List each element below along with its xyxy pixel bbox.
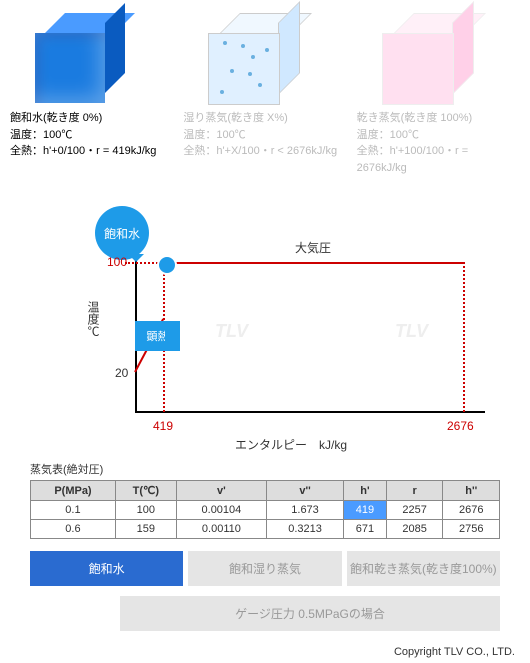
table-cell: 419 <box>343 501 386 520</box>
copyright: Copyright TLV CO., LTD. <box>0 641 530 663</box>
x-tick-2676: 2676 <box>447 419 474 433</box>
table-row: 0.11000.001041.67341922572676 <box>31 501 500 520</box>
table-header: h' <box>343 481 386 501</box>
state-wet-steam: 湿り蒸気(乾き度 X%) 温度：100℃ 全熱：h'+X/100・r < 267… <box>183 5 346 176</box>
state-saturated-water: 飽和水(乾き度 0%) 温度：100℃ 全熱：h'+0/100・r = 419k… <box>10 5 173 176</box>
table-cell: 2676 <box>443 501 500 520</box>
state-dry-steam: 乾き蒸気(乾き度 100%) 温度：100℃ 全熱：h'+100/100・r =… <box>357 5 520 176</box>
table-cell: 0.00110 <box>176 520 266 539</box>
table-cell: 159 <box>115 520 176 539</box>
steam-table: P(MPa)T(℃)v'v''h'rh'' 0.11000.001041.673… <box>30 480 500 539</box>
watermark: TLV <box>215 321 248 342</box>
x-tick-419: 419 <box>153 419 173 433</box>
y-axis-label: 温度℃ <box>85 301 102 337</box>
table-header-row: P(MPa)T(℃)v'v''h'rh'' <box>31 481 500 501</box>
state-heat: 全熱：h'+X/100・r < 2676kJ/kg <box>183 143 346 160</box>
state-temp: 温度：100℃ <box>357 127 520 144</box>
table-title: 蒸気表(絶対圧) <box>30 461 500 477</box>
bubble-saturated: 飽和水 <box>95 206 149 260</box>
table-cell: 2085 <box>386 520 443 539</box>
state-temp: 温度：100℃ <box>10 127 173 144</box>
table-cell: 0.3213 <box>267 520 344 539</box>
table-cell: 2257 <box>386 501 443 520</box>
table-cell: 100 <box>115 501 176 520</box>
table-cell: 1.673 <box>267 501 344 520</box>
table-cell: 0.6 <box>31 520 116 539</box>
tab-saturated-water[interactable]: 飽和水 <box>30 551 183 586</box>
atm-label: 大気圧 <box>295 239 331 256</box>
tab-gauge-pressure[interactable]: ゲージ圧力 0.5MPaGの場合 <box>120 596 500 631</box>
table-cell: 0.00104 <box>176 501 266 520</box>
table-cell: 671 <box>343 520 386 539</box>
tab-dry-steam[interactable]: 飽和乾き蒸気(乾き度100%) <box>347 551 500 586</box>
state-title: 飽和水(乾き度 0%) <box>10 110 173 127</box>
states-row: 飽和水(乾き度 0%) 温度：100℃ 全熱：h'+0/100・r = 419k… <box>0 0 530 181</box>
state-heat: 全熱：h'+100/100・r = 2676kJ/kg <box>357 143 520 176</box>
state-heat: 全熱：h'+0/100・r = 419kJ/kg <box>10 143 173 160</box>
tabs-row: 飽和水 飽和湿り蒸気 飽和乾き蒸気(乾き度100%) <box>0 539 530 591</box>
table-header: r <box>386 481 443 501</box>
chart-point-saturated <box>157 255 177 275</box>
tab-wet-steam[interactable]: 飽和湿り蒸気 <box>188 551 341 586</box>
enthalpy-chart: TLV TLV 飽和水 顕熱 大気圧 100 20 温度℃ 419 2676 エ… <box>15 191 515 451</box>
state-title: 乾き蒸気(乾き度 100%) <box>357 110 520 127</box>
state-temp: 温度：100℃ <box>183 127 346 144</box>
table-header: P(MPa) <box>31 481 116 501</box>
table-header: h'' <box>443 481 500 501</box>
table-cell: 0.1 <box>31 501 116 520</box>
table-header: v' <box>176 481 266 501</box>
arrow-sensible-heat: 顕熱 <box>135 321 180 351</box>
steam-table-section: 蒸気表(絶対圧) P(MPa)T(℃)v'v''h'rh'' 0.11000.0… <box>0 461 530 539</box>
table-cell: 2756 <box>443 520 500 539</box>
table-header: T(℃) <box>115 481 176 501</box>
state-title: 湿り蒸気(乾き度 X%) <box>183 110 346 127</box>
table-row: 0.61590.001100.321367120852756 <box>31 520 500 539</box>
watermark: TLV <box>395 321 428 342</box>
table-header: v'' <box>267 481 344 501</box>
y-tick-100: 100 <box>107 255 127 269</box>
y-tick-20: 20 <box>115 366 128 380</box>
x-axis-label: エンタルピー kJ/kg <box>235 436 347 453</box>
